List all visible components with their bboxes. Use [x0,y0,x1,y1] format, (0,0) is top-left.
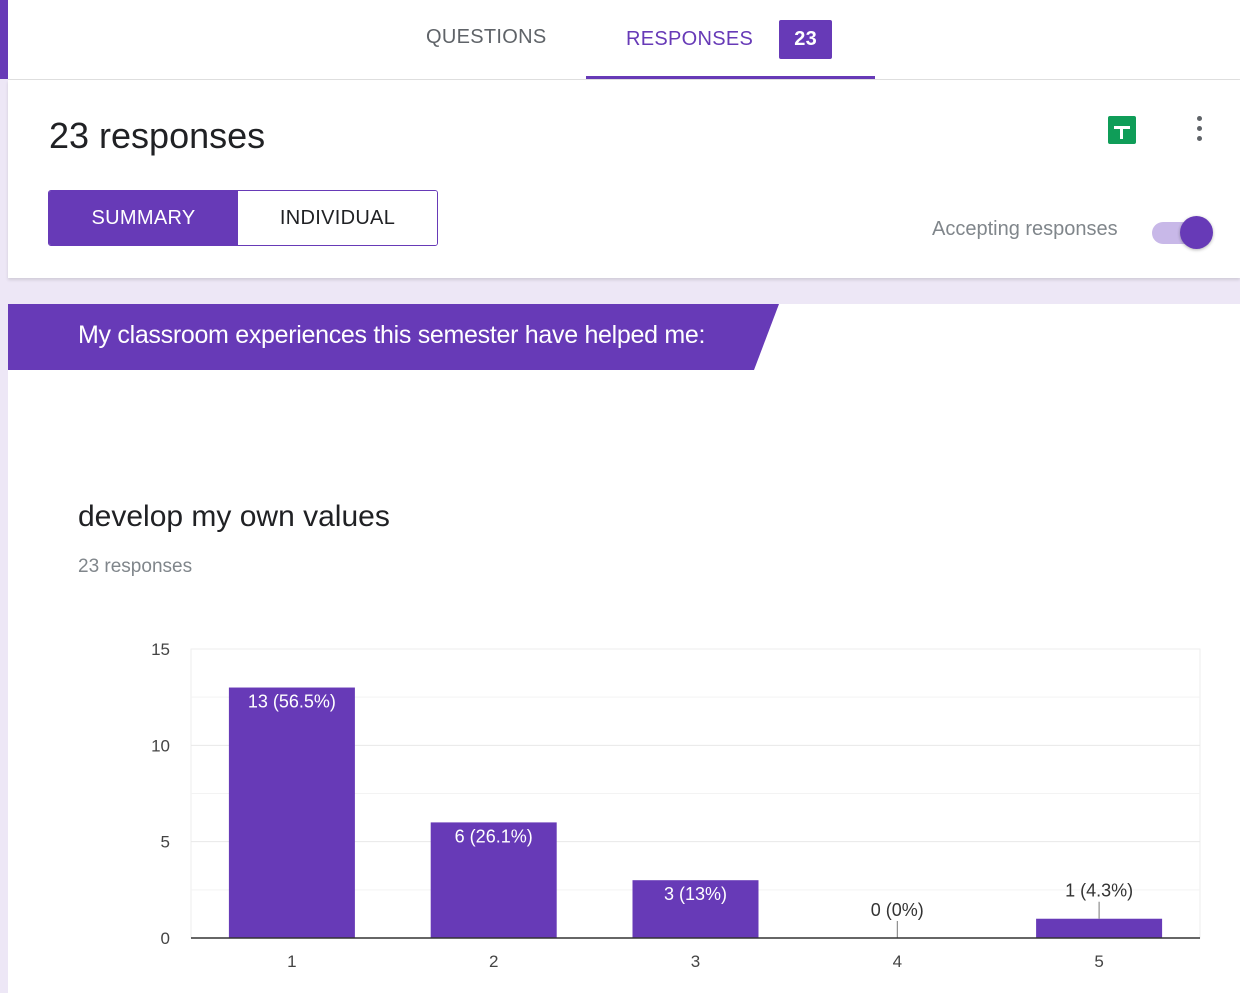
bar [1036,918,1163,938]
y-tick-label: 5 [161,833,170,852]
responses-count-badge: 23 [779,20,833,59]
y-tick-label: 15 [151,640,170,659]
summary-button[interactable]: SUMMARY [49,191,238,245]
left-accent-bar [0,0,8,79]
more-vert-icon[interactable] [1192,116,1206,146]
data-label: 0 (0%) [871,900,924,920]
responses-header-card: 23 responses SUMMARY INDIVIDUAL Acceptin… [8,80,1240,278]
data-label: 3 (13%) [664,884,727,904]
x-tick-label: 3 [691,952,700,971]
tab-responses[interactable]: RESPONSES 23 [586,0,875,79]
x-tick-label: 5 [1094,952,1103,971]
accepting-responses-toggle[interactable] [1152,214,1216,250]
data-label: 13 (56.5%) [248,692,336,712]
x-tick-label: 1 [287,952,296,971]
top-tab-bar: QUESTIONS RESPONSES 23 [8,0,1240,80]
bar-chart: 0 5 10 15 13 (56.5%) 1 6 (26.1%) 2 3 (13%) 3 0 (0%… [151,640,1201,971]
y-tick-label: 0 [161,929,170,948]
subquestion-response-count: 23 responses [78,556,193,577]
y-tick-label: 10 [151,736,170,755]
tab-questions[interactable]: QUESTIONS [426,0,547,77]
accepting-responses-label: Accepting responses [932,218,1118,240]
page-title: 23 responses [49,115,266,156]
view-toggle: SUMMARY INDIVIDUAL [48,190,438,246]
question-banner: My classroom experiences this semester h… [8,304,788,370]
bar [228,687,355,938]
x-tick-label: 2 [489,952,498,971]
tab-responses-label: RESPONSES [626,28,754,50]
data-label: 6 (26.1%) [455,826,533,846]
subquestion-title: develop my own values [78,500,390,533]
x-tick-label: 4 [893,952,902,971]
question-card: My classroom experiences this semester h… [8,304,1240,993]
individual-button[interactable]: INDIVIDUAL [238,191,437,245]
toggle-knob [1180,216,1213,249]
google-sheets-icon[interactable] [1108,116,1136,144]
question-title: My classroom experiences this semester h… [78,321,706,349]
active-tab-indicator [586,76,875,79]
data-label: 1 (4.3%) [1065,881,1133,901]
